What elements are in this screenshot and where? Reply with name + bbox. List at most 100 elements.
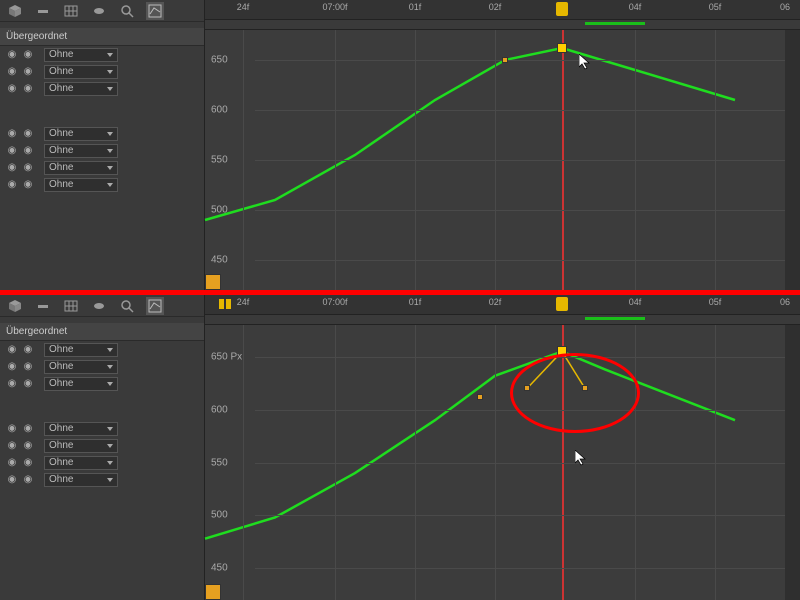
y-axis-label: 450 — [211, 255, 228, 266]
parent-dropdown[interactable]: Ohne — [44, 473, 118, 487]
curve[interactable] — [205, 351, 735, 538]
visibility-icon[interactable]: ◉ — [20, 49, 36, 60]
visibility-icon[interactable]: ◉ — [4, 145, 20, 156]
chevron-down-icon — [107, 53, 113, 57]
blur-icon[interactable] — [34, 2, 52, 20]
visibility-icon[interactable]: ◉ — [4, 457, 20, 468]
inpoint-markers[interactable] — [219, 299, 237, 309]
dropdown-label: Ohne — [49, 128, 73, 139]
visibility-icon[interactable]: ◉ — [20, 423, 36, 434]
gridline-v — [495, 325, 496, 600]
visibility-icon[interactable]: ◉ — [4, 66, 20, 77]
parent-dropdown[interactable]: Ohne — [44, 48, 118, 62]
cube-icon[interactable] — [6, 297, 24, 315]
work-area-bar[interactable] — [205, 315, 800, 325]
scrollbar-vertical[interactable] — [785, 30, 800, 290]
graph-canvas-top[interactable]: 650600550500450 — [205, 30, 785, 290]
property-row: ◉ ◉ Ohne — [0, 159, 204, 176]
parent-dropdown[interactable]: Ohne — [44, 343, 118, 357]
left-column: Übergeordnet ◉ ◉ Ohne ◉ ◉ Ohne ◉ ◉ Ohne … — [0, 0, 205, 290]
work-area-range[interactable] — [585, 22, 645, 25]
parent-dropdown[interactable]: Ohne — [44, 456, 118, 470]
visibility-icon[interactable]: ◉ — [20, 378, 36, 389]
keyframe[interactable] — [477, 394, 483, 400]
parent-dropdown[interactable]: Ohne — [44, 82, 118, 96]
visibility-icon[interactable]: ◉ — [20, 162, 36, 173]
bezier-handle[interactable] — [582, 385, 588, 391]
parent-dropdown[interactable]: Ohne — [44, 144, 118, 158]
curve[interactable] — [205, 48, 735, 220]
scrollbar-vertical[interactable] — [785, 325, 800, 600]
zoom-handle[interactable] — [205, 584, 221, 600]
parent-dropdown[interactable]: Ohne — [44, 161, 118, 175]
visibility-icon[interactable]: ◉ — [4, 423, 20, 434]
visibility-icon[interactable]: ◉ — [4, 162, 20, 173]
visibility-icon[interactable]: ◉ — [4, 361, 20, 372]
keyframe-selected[interactable] — [557, 43, 567, 53]
visibility-icon[interactable]: ◉ — [4, 344, 20, 355]
visibility-icon[interactable]: ◉ — [20, 474, 36, 485]
work-area-bar[interactable] — [205, 20, 800, 30]
visibility-icon[interactable]: ◉ — [20, 440, 36, 451]
property-row: ◉ ◉ Ohne — [0, 80, 204, 97]
visibility-icon[interactable]: ◉ — [4, 378, 20, 389]
visibility-icon[interactable]: ◉ — [4, 440, 20, 451]
visibility-icon[interactable]: ◉ — [4, 128, 20, 139]
toolbar — [0, 0, 204, 22]
visibility-icon[interactable]: ◉ — [4, 49, 20, 60]
blur-icon[interactable] — [34, 297, 52, 315]
parent-dropdown[interactable]: Ohne — [44, 377, 118, 391]
dropdown-label: Ohne — [49, 66, 73, 77]
grid-icon[interactable] — [62, 2, 80, 20]
keyframe-selected[interactable] — [557, 346, 567, 356]
visibility-icon[interactable]: ◉ — [20, 457, 36, 468]
time-tick: 24f — [237, 297, 250, 307]
visibility-icon[interactable]: ◉ — [20, 361, 36, 372]
time-tick: 01f — [409, 2, 422, 12]
graph-area[interactable]: 24f07:00f01f02f04f05f06 650600550500450 — [205, 0, 800, 290]
bezier-handle[interactable] — [524, 385, 530, 391]
graph-editor-icon[interactable] — [146, 2, 164, 20]
parent-dropdown[interactable]: Ohne — [44, 178, 118, 192]
work-area-range[interactable] — [585, 317, 645, 320]
property-row: ◉ ◉ Ohne — [0, 63, 204, 80]
oval-icon[interactable] — [90, 2, 108, 20]
parent-dropdown[interactable]: Ohne — [44, 422, 118, 436]
graph-editor-top: Übergeordnet ◉ ◉ Ohne ◉ ◉ Ohne ◉ ◉ Ohne … — [0, 0, 800, 290]
visibility-icon[interactable]: ◉ — [4, 474, 20, 485]
playhead-marker[interactable] — [556, 297, 568, 311]
property-row: ◉ ◉ Ohne — [0, 341, 204, 358]
parent-dropdown[interactable]: Ohne — [44, 439, 118, 453]
visibility-icon[interactable]: ◉ — [20, 83, 36, 94]
chevron-down-icon — [107, 427, 113, 431]
time-ruler[interactable]: 24f07:00f01f02f04f05f06 — [205, 0, 800, 20]
visibility-icon[interactable]: ◉ — [20, 179, 36, 190]
cube-icon[interactable] — [6, 2, 24, 20]
y-axis-label: 650 Px — [211, 351, 242, 362]
oval-icon[interactable] — [90, 297, 108, 315]
visibility-icon[interactable]: ◉ — [20, 145, 36, 156]
y-axis-label: 600 — [211, 105, 228, 116]
chevron-down-icon — [107, 365, 113, 369]
visibility-icon[interactable]: ◉ — [20, 66, 36, 77]
visibility-icon[interactable]: ◉ — [4, 179, 20, 190]
visibility-icon[interactable]: ◉ — [4, 83, 20, 94]
graph-area[interactable]: 24f07:00f01f02f04f05f06 650 Px6005505004… — [205, 295, 800, 600]
graph-canvas-bottom[interactable]: 650 Px600550500450 — [205, 325, 785, 600]
search-icon[interactable] — [118, 2, 136, 20]
visibility-icon[interactable]: ◉ — [20, 344, 36, 355]
keyframe[interactable] — [502, 57, 508, 63]
playhead-marker[interactable] — [556, 2, 568, 16]
gridline-v — [335, 30, 336, 290]
grid-icon[interactable] — [62, 297, 80, 315]
chevron-down-icon — [107, 87, 113, 91]
time-ruler[interactable]: 24f07:00f01f02f04f05f06 — [205, 295, 800, 315]
parent-dropdown[interactable]: Ohne — [44, 127, 118, 141]
search-icon[interactable] — [118, 297, 136, 315]
parent-dropdown[interactable]: Ohne — [44, 360, 118, 374]
visibility-icon[interactable]: ◉ — [20, 128, 36, 139]
graph-editor-icon[interactable] — [146, 297, 164, 315]
dropdown-label: Ohne — [49, 179, 73, 190]
zoom-handle[interactable] — [205, 274, 221, 290]
parent-dropdown[interactable]: Ohne — [44, 65, 118, 79]
